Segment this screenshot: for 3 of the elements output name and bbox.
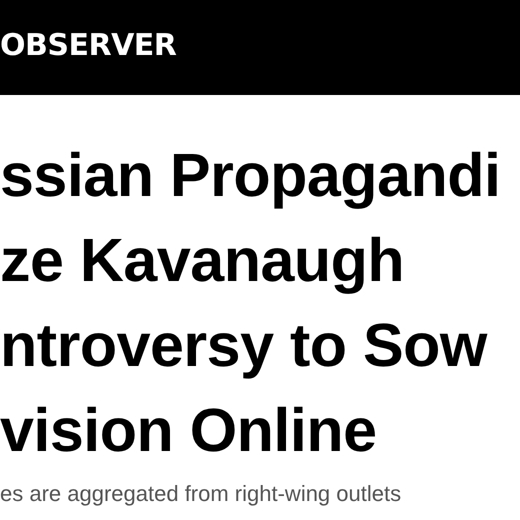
article-summary: es are aggregated from right-wing outlets (0, 481, 402, 507)
article-headline: ssian Propagandi ze Kavanaugh ntroversy to Sow vision Online (0, 140, 500, 466)
site-logo[interactable]: OBSERVER (0, 28, 176, 63)
